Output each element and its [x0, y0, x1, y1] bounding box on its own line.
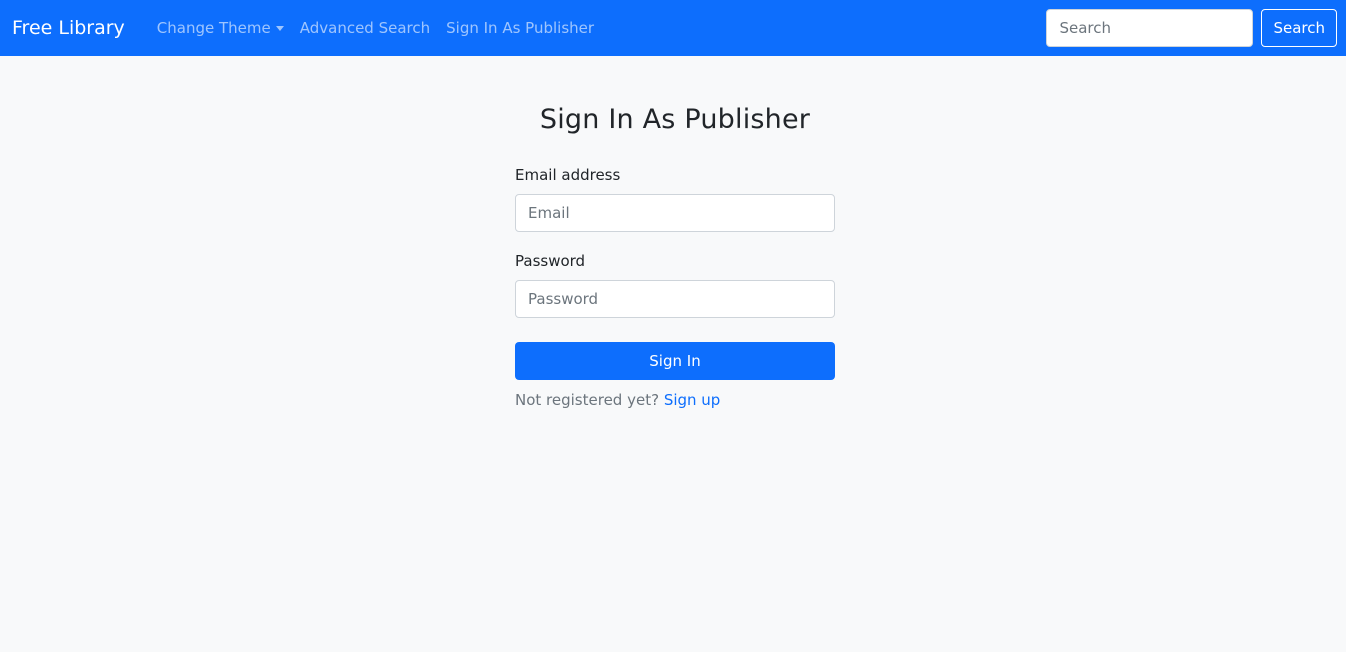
- sign-in-button[interactable]: Sign In: [515, 342, 835, 381]
- top-navbar: Free Library Change Theme Advanced Searc…: [0, 0, 1346, 56]
- sign-in-form: Sign In As Publisher Email address Passw…: [515, 104, 835, 409]
- brand-link[interactable]: Free Library: [12, 17, 125, 39]
- nav-links: Change Theme Advanced Search Sign In As …: [149, 19, 602, 37]
- advanced-search-link[interactable]: Advanced Search: [292, 19, 438, 37]
- email-input[interactable]: [515, 194, 835, 233]
- page-title: Sign In As Publisher: [539, 104, 811, 135]
- main-content: Sign In As Publisher Email address Passw…: [0, 56, 1346, 652]
- caret-down-icon: [275, 25, 284, 31]
- navbar-search-input[interactable]: [1046, 9, 1254, 47]
- password-input[interactable]: [515, 280, 835, 319]
- password-label: Password: [515, 252, 586, 271]
- sign-up-link[interactable]: Sign up: [664, 391, 721, 409]
- change-theme-label: Change Theme: [156, 19, 271, 37]
- navbar-search-button[interactable]: Search: [1261, 9, 1337, 47]
- navbar-search-form: Search: [1046, 9, 1337, 47]
- sign-in-publisher-link[interactable]: Sign In As Publisher: [438, 19, 602, 37]
- change-theme-dropdown[interactable]: Change Theme: [149, 19, 292, 37]
- register-prompt: Not registered yet? Sign up: [515, 391, 835, 409]
- email-label: Email address: [515, 166, 621, 185]
- register-prompt-text: Not registered yet?: [515, 391, 660, 410]
